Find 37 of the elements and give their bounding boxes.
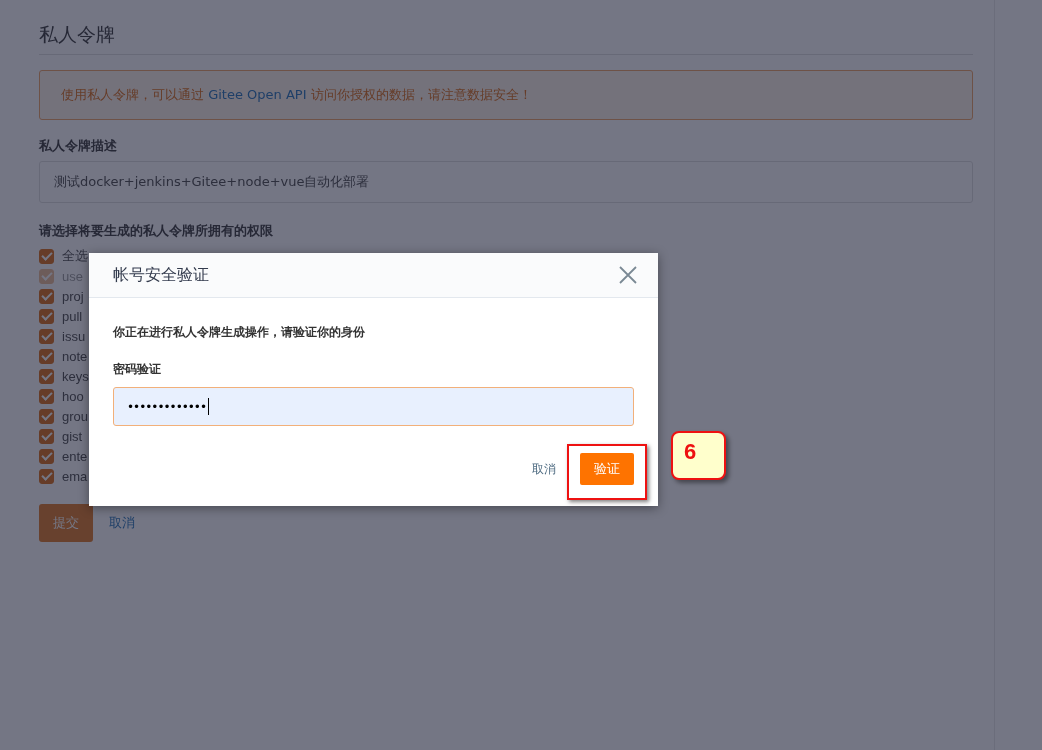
checkbox[interactable] [39, 288, 54, 304]
dialog-message: 你正在进行私人令牌生成操作，请验证你的身份 [113, 324, 366, 341]
checkbox-label: ente [62, 448, 88, 464]
checkbox-label: proj [62, 288, 84, 304]
checkbox[interactable] [39, 428, 54, 444]
checkbox-label: keys [62, 368, 89, 384]
cancel-link[interactable]: 取消 [109, 514, 135, 532]
submit-button[interactable]: 提交 [39, 504, 93, 542]
checkbox[interactable] [39, 408, 54, 424]
checkbox-label: note [62, 348, 88, 364]
checkbox[interactable] [39, 348, 54, 364]
checkbox[interactable] [39, 468, 54, 484]
checkbox[interactable] [39, 388, 54, 404]
checkbox-label: ema [62, 468, 88, 484]
password-label: 密码验证 [113, 361, 162, 378]
api-link[interactable]: Gitee Open API [208, 87, 307, 102]
checkbox-label: grou [62, 408, 89, 424]
page-title: 私人令牌 [39, 22, 973, 55]
description-field[interactable]: 测试docker+jenkins+Gitee+node+vue自动化部署 [39, 161, 973, 203]
checkbox[interactable] [39, 328, 54, 344]
cancel-link[interactable]: 取消 [532, 460, 556, 478]
dialog-title: 帐号安全验证 [113, 264, 209, 286]
verify-button[interactable]: 验证 [580, 453, 634, 485]
permissions-label: 请选择将要生成的私人令牌所拥有的权限 [39, 222, 274, 240]
close-icon[interactable] [619, 266, 637, 284]
checkbox[interactable] [39, 448, 54, 464]
checkbox[interactable] [39, 308, 54, 324]
checkbox[interactable] [39, 248, 54, 264]
checkbox-label: issu [62, 328, 86, 344]
step-callout: 6 [671, 431, 726, 480]
checkbox-label: hoo [62, 388, 84, 404]
checkbox-label: 全选 [62, 247, 88, 265]
checkbox-label: pull [62, 308, 83, 324]
checkbox-label: gist [62, 428, 83, 444]
password-field[interactable]: ••••••••••••• [113, 387, 634, 426]
checkbox[interactable] [39, 368, 54, 384]
description-label: 私人令牌描述 [39, 137, 118, 155]
